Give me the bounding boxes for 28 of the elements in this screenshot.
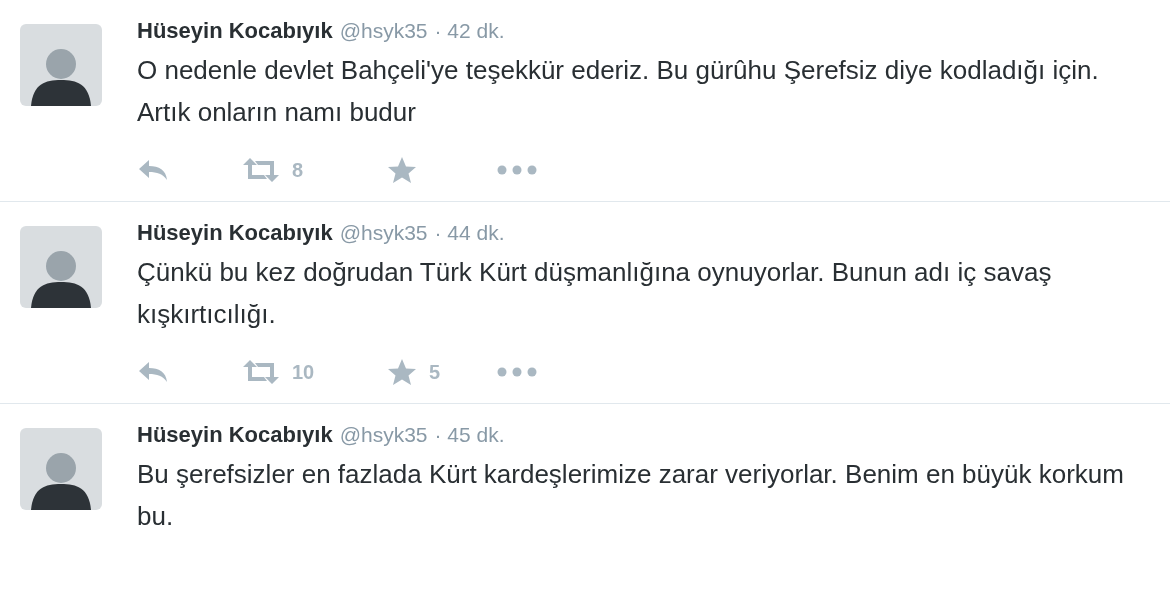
star-icon xyxy=(387,358,417,386)
author-handle: @hsyk35 xyxy=(339,422,428,448)
tweet-time[interactable]: · 45 dk. xyxy=(434,419,505,451)
tweet-time[interactable]: · 44 dk. xyxy=(434,217,505,249)
tweet-text: Bu şerefsizler en fazlada Kürt kardeşlerimize zarar veriyorlar. Benim en büyük korkum bu. xyxy=(137,458,1125,533)
author-name[interactable]: Hüseyin Kocabıyık xyxy=(137,418,333,451)
author-handle: @hsyk35 xyxy=(339,220,428,246)
author-name[interactable]: Hüseyin Kocabıyık xyxy=(137,14,333,47)
tweet-time[interactable]: · 42 dk. xyxy=(434,15,505,47)
more-dots-icon xyxy=(497,367,537,377)
more-dots-icon xyxy=(497,165,537,175)
retweet-button[interactable]: 10 xyxy=(242,357,315,387)
retweet-icon xyxy=(242,158,280,182)
tweet-text: O nedenle devlet Bahçeli'ye teşekkür ederiz. Bu gürûhu Şerefsiz diye kodladığı için. Artık onların namı budur xyxy=(137,54,1100,129)
reply-button[interactable] xyxy=(137,158,169,182)
retweet-button[interactable]: 8 xyxy=(242,155,304,185)
reply-button[interactable] xyxy=(137,360,169,384)
more-button[interactable] xyxy=(497,165,537,175)
star-icon xyxy=(387,156,417,184)
reply-arrow-icon xyxy=(137,360,169,384)
retweet-icon xyxy=(242,360,280,384)
author-handle: @hsyk35 xyxy=(339,18,428,44)
tweet-text: Çünkü bu kez doğrudan Türk Kürt düşmanlığına oynuyorlar. Bunun adı iç savaş kışkırtıcılığı. xyxy=(137,256,1053,331)
like-button[interactable] xyxy=(387,156,417,184)
author-name[interactable]: Hüseyin Kocabıyık xyxy=(137,216,333,249)
more-button[interactable] xyxy=(497,367,537,377)
reply-arrow-icon xyxy=(137,158,169,182)
like-button[interactable]: 5 xyxy=(387,357,441,387)
